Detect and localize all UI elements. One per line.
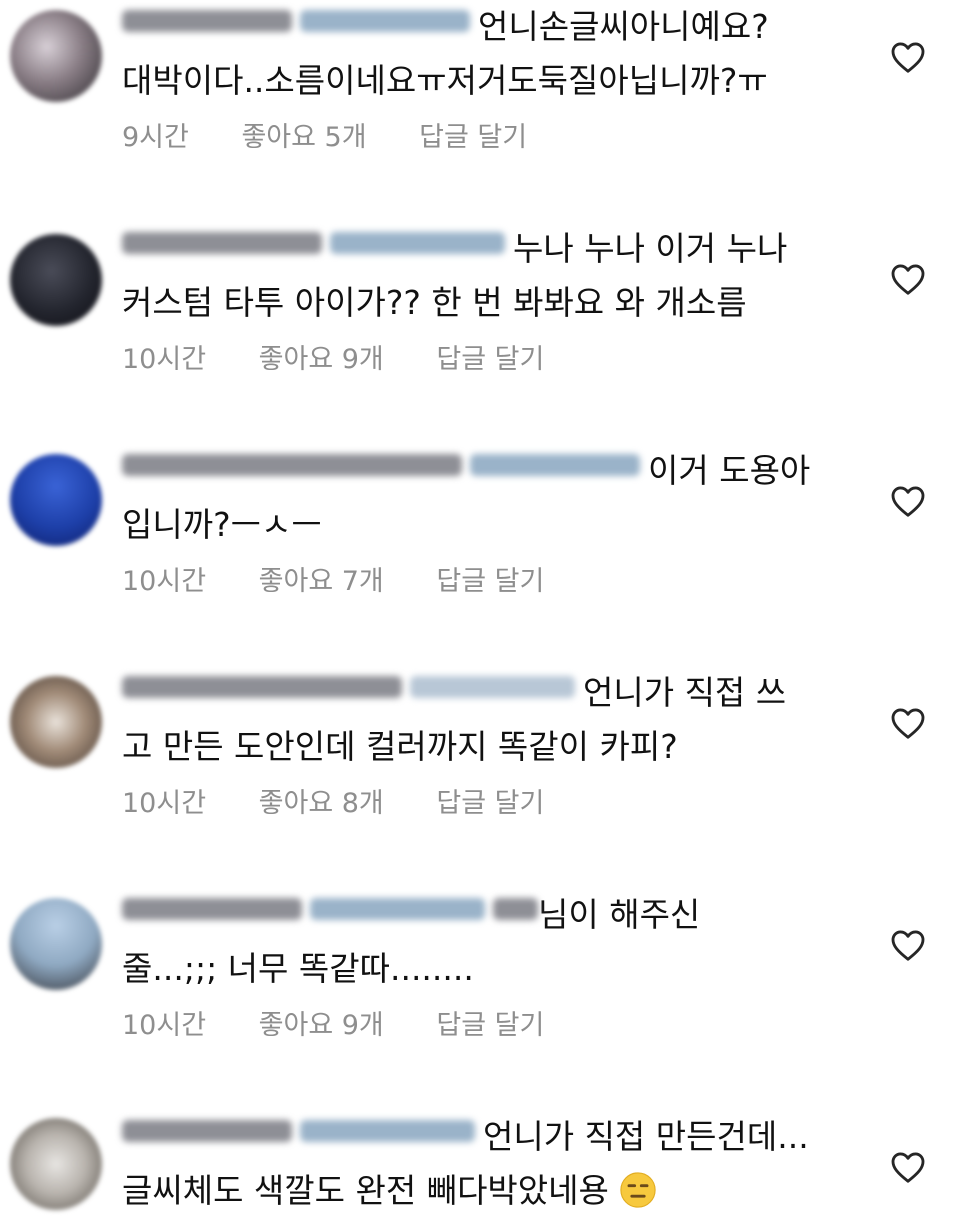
username-blurred[interactable] <box>122 232 322 254</box>
comment-text-line2: 대박이다..소름이네요ㅠ저거도둑질아닙니까?ㅠ <box>122 61 768 100</box>
comment-item: 이거 도용아 입니까?ㅡㅅㅡ 10시간 좋아요 7개 답글 달기 <box>0 444 960 644</box>
comment-meta: 10시간 좋아요 8개 답글 달기 <box>122 781 588 820</box>
comment-time: 10시간 <box>122 1010 207 1041</box>
heart-icon[interactable] <box>890 706 926 740</box>
like-count[interactable]: 좋아요 5개 <box>241 122 366 153</box>
username-blurred[interactable] <box>122 454 462 476</box>
heart-icon[interactable] <box>890 262 926 296</box>
avatar[interactable] <box>10 10 102 102</box>
comment-text-line1: 언니가 직접 쓰 <box>583 673 787 712</box>
comment-time: 10시간 <box>122 566 207 597</box>
avatar[interactable] <box>10 234 102 326</box>
comment-text-line2: 줄...;;; 너무 똑같따........ <box>122 949 474 988</box>
comment-time: 10시간 <box>122 344 207 375</box>
comment-meta: 10시간 좋아요 9개 답글 달기 <box>122 1003 588 1042</box>
reply-button[interactable]: 답글 달기 <box>419 122 527 153</box>
comment-item: 누나 누나 이거 누나 커스텀 타투 아이가?? 한 번 봐봐요 와 개소름 1… <box>0 222 960 422</box>
comment-meta: 10시간 좋아요 7개 답글 달기 <box>122 559 588 598</box>
heart-icon[interactable] <box>890 928 926 962</box>
username-blurred[interactable] <box>122 10 292 32</box>
heart-icon[interactable] <box>890 40 926 74</box>
like-count[interactable]: 좋아요 9개 <box>259 344 384 375</box>
avatar[interactable] <box>10 1118 102 1210</box>
comment-body: 이거 도용아 입니까?ㅡㅅㅡ <box>122 444 862 552</box>
username-blurred[interactable] <box>122 1120 292 1142</box>
comment-body: 누나 누나 이거 누나 커스텀 타투 아이가?? 한 번 봐봐요 와 개소름 <box>122 222 862 330</box>
username-blurred[interactable] <box>493 898 538 920</box>
comment-item: 언니가 직접 쓰 고 만든 도안인데 컬러까지 똑같이 카피? 10시간 좋아요… <box>0 666 960 866</box>
reply-button[interactable]: 답글 달기 <box>436 1010 544 1041</box>
username-blurred[interactable] <box>122 898 302 920</box>
heart-icon[interactable] <box>890 484 926 518</box>
reply-button[interactable]: 답글 달기 <box>436 788 544 819</box>
comment-item: 언니가 직접 만든건데... 글씨체도 색깔도 완전 빼다박았네용 <box>0 1110 960 1219</box>
mention-blurred[interactable] <box>330 232 505 254</box>
avatar[interactable] <box>10 898 102 990</box>
comment-text-line1: 님이 해주신 <box>538 895 701 934</box>
like-count[interactable]: 좋아요 7개 <box>259 566 384 597</box>
comment-text-line2: 커스텀 타투 아이가?? 한 번 봐봐요 와 개소름 <box>122 283 747 322</box>
reply-button[interactable]: 답글 달기 <box>436 566 544 597</box>
username-blurred[interactable] <box>122 676 402 698</box>
comment-text-line2: 입니까?ㅡㅅㅡ <box>122 505 322 544</box>
comment-text-line1: 누나 누나 이거 누나 <box>513 229 788 268</box>
comment-item: 님이 해주신 줄...;;; 너무 똑같따........ 10시간 좋아요 9… <box>0 888 960 1088</box>
mention-blurred[interactable] <box>310 898 485 920</box>
comment-text-line1: 언니가 직접 만든건데... <box>483 1117 809 1156</box>
like-count[interactable]: 좋아요 8개 <box>259 788 384 819</box>
comment-text-line2: 고 만든 도안인데 컬러까지 똑같이 카피? <box>122 727 678 766</box>
avatar[interactable] <box>10 676 102 768</box>
expressionless-face-emoji <box>620 1172 657 1208</box>
mention-blurred[interactable] <box>410 676 575 698</box>
comment-time: 9시간 <box>122 122 189 153</box>
comment-body: 언니가 직접 만든건데... 글씨체도 색깔도 완전 빼다박았네용 <box>122 1110 862 1218</box>
comment-time: 10시간 <box>122 788 207 819</box>
mention-blurred[interactable] <box>300 10 470 32</box>
comment-body: 님이 해주신 줄...;;; 너무 똑같따........ <box>122 888 862 996</box>
comment-item: 언니손글씨아니예요? 대박이다..소름이네요ㅠ저거도둑질아닙니까?ㅠ 9시간 좋… <box>0 0 960 200</box>
comment-text-line1: 언니손글씨아니예요? <box>478 7 769 46</box>
avatar[interactable] <box>10 454 102 546</box>
comment-body: 언니가 직접 쓰 고 만든 도안인데 컬러까지 똑같이 카피? <box>122 666 862 774</box>
mention-blurred[interactable] <box>300 1120 475 1142</box>
comment-body: 언니손글씨아니예요? 대박이다..소름이네요ㅠ저거도둑질아닙니까?ㅠ <box>122 0 862 108</box>
comment-text-line2: 글씨체도 색깔도 완전 빼다박았네용 <box>122 1171 609 1210</box>
like-count[interactable]: 좋아요 9개 <box>259 1010 384 1041</box>
reply-button[interactable]: 답글 달기 <box>436 344 544 375</box>
comment-meta: 9시간 좋아요 5개 답글 달기 <box>122 115 571 154</box>
heart-icon[interactable] <box>890 1150 926 1184</box>
mention-blurred[interactable] <box>470 454 640 476</box>
comment-meta: 10시간 좋아요 9개 답글 달기 <box>122 337 588 376</box>
comment-text-line1: 이거 도용아 <box>648 451 811 490</box>
